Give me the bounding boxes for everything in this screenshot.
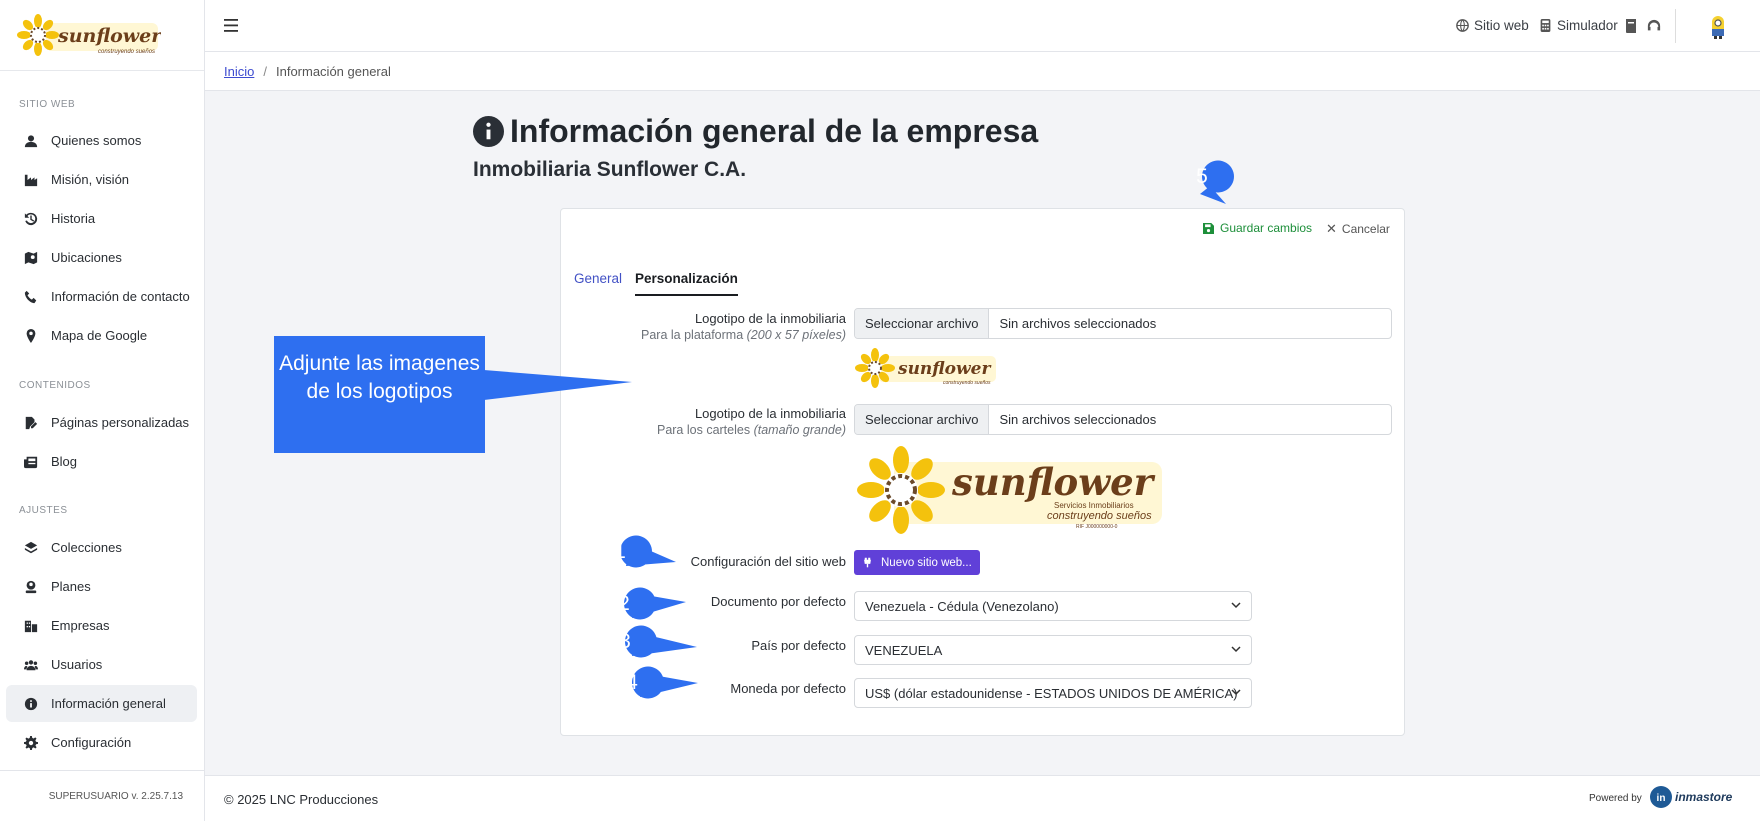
svg-text:in: in (1657, 793, 1666, 804)
annotation-number-1: 1 (614, 540, 626, 563)
annotation-number-4: 4 (626, 671, 638, 694)
callout-pointer (484, 370, 632, 400)
annotation-callout: Adjunte las imagenes de los logotipos (274, 336, 485, 453)
annotation-number-2: 2 (618, 592, 630, 615)
inmastore-logo-icon: in (1650, 786, 1672, 808)
vendor-name: inmastore (1675, 790, 1733, 804)
vendor-logo[interactable]: in inmastore (1649, 785, 1732, 809)
footer: © 2025 LNC Producciones Powered by in in… (205, 775, 1760, 821)
annotation-number-5: 5 (1196, 165, 1208, 188)
annotation-number-3: 3 (619, 630, 631, 653)
footer-copyright: © 2025 LNC Producciones (224, 792, 379, 807)
annotation-layer (484, 160, 1234, 699)
footer-powered-by: Powered by (1589, 793, 1642, 804)
